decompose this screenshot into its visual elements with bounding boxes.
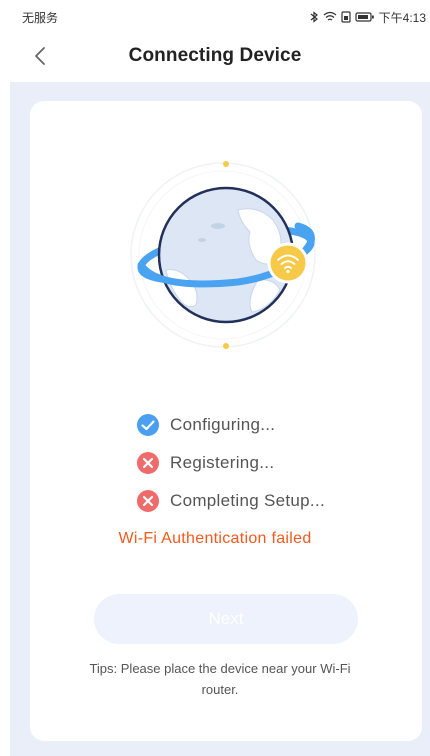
error-message: Wi-Fi Authentication failed: [118, 530, 312, 547]
check-circle-icon: [137, 414, 159, 436]
bluetooth-icon: [310, 11, 318, 23]
tips-text: Tips: Please place the device near your …: [89, 661, 351, 697]
nav-bar: Connecting Device: [0, 34, 430, 78]
status-bar: 无服务 下午4:13: [0, 0, 430, 34]
status-time: 下午4:13: [378, 10, 426, 25]
orbit-dot-bottom: [223, 343, 229, 349]
page-title: Connecting Device: [128, 45, 302, 66]
orbit-dot-top: [223, 161, 229, 167]
wifi-icon: [323, 11, 337, 21]
error-circle-icon: [137, 452, 159, 474]
progress-steps: Configuring... Registering... Completing…: [136, 406, 325, 520]
step-label: Completing Setup...: [170, 491, 326, 510]
globe-wifi-illustration: [130, 161, 316, 349]
next-button[interactable]: Next: [94, 594, 358, 644]
chevron-left-icon: [35, 47, 45, 65]
sim-icon: [341, 11, 351, 23]
step-configuring: Configuring...: [136, 406, 325, 444]
error-circle-icon: [137, 490, 159, 512]
step-label: Registering...: [170, 453, 275, 472]
step-label: Configuring...: [170, 415, 276, 434]
wifi-badge-icon: [267, 242, 309, 284]
step-registering: Registering...: [136, 444, 325, 482]
step-completing-setup: Completing Setup...: [136, 482, 325, 520]
back-button[interactable]: [26, 42, 54, 70]
status-icons: 下午4:13: [309, 9, 426, 26]
carrier-text: 无服务: [22, 10, 59, 25]
battery-icon: [355, 12, 374, 22]
